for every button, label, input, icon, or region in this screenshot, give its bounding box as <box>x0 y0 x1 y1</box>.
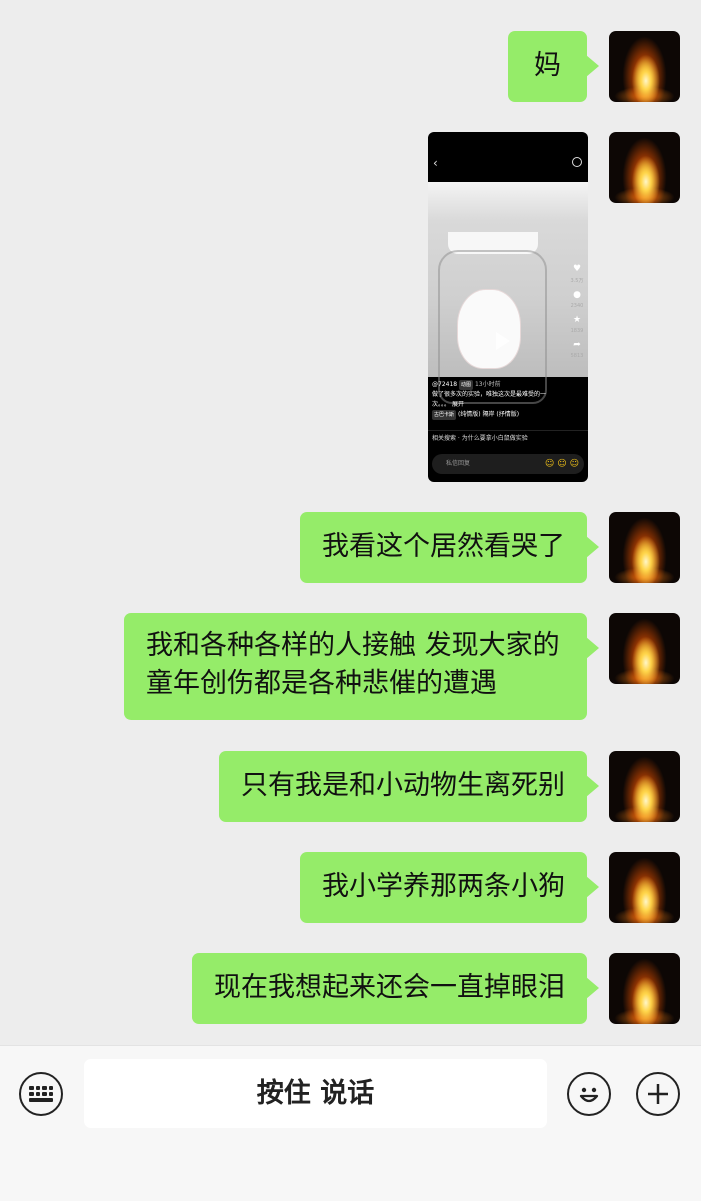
avatar[interactable] <box>609 512 680 583</box>
plus-icon <box>648 1084 668 1104</box>
share-icon: ➦ <box>573 340 581 350</box>
message-bubble[interactable]: 我看这个居然看哭了 <box>300 512 599 583</box>
video-author: @72418 <box>432 381 458 388</box>
share-count: 5813 <box>570 353 584 359</box>
avatar[interactable] <box>609 31 680 102</box>
message-bubble[interactable]: 我小学养那两条小狗 <box>300 852 599 923</box>
comment-icon: ● <box>573 290 581 300</box>
message-bubble[interactable]: 现在我想起来还会一直掉眼泪 <box>192 953 599 1024</box>
related-search: 相关搜索 · 为什么要拿小白鼠做实验 <box>428 430 588 447</box>
message-text: 妈 <box>534 50 561 81</box>
avatar[interactable] <box>609 852 680 923</box>
search-icon <box>572 157 582 167</box>
fav-count: 1839 <box>570 328 584 334</box>
emoji-icons: ☺☺☺ <box>544 459 582 469</box>
avatar[interactable] <box>609 132 680 203</box>
message-text: 只有我是和小动物生离死别 <box>241 770 565 801</box>
play-icon <box>496 332 510 350</box>
keyboard-toggle-button[interactable] <box>19 1072 63 1116</box>
message-bubble[interactable]: 妈 <box>508 31 599 102</box>
emoji-button[interactable] <box>567 1072 611 1116</box>
input-bar: 按住 说话 <box>0 1045 701 1201</box>
smiley-icon <box>579 1087 599 1103</box>
author-badge: 动图 <box>459 380 474 390</box>
more-button[interactable] <box>636 1072 680 1116</box>
message-text: 我和各种各样的人接触 发现大家的童年创伤都是各种悲催的遭遇 <box>146 630 560 699</box>
hold-to-talk-button[interactable]: 按住 说话 <box>84 1059 547 1128</box>
message-text: 现在我想起来还会一直掉眼泪 <box>214 972 565 1003</box>
comment-count: 2340 <box>570 303 584 309</box>
screenshot-topbar: ‹ <box>428 132 588 182</box>
video-meta: @72418 动图 13小时前 做了很多次的实验，唯独这次是最难受的一次。。。 … <box>432 380 562 420</box>
video-frame <box>428 182 588 404</box>
avatar[interactable] <box>609 953 680 1024</box>
white-mouse <box>458 290 520 368</box>
video-caption: 做了很多次的实验，唯独这次是最难受的一次。。。 <box>432 391 547 408</box>
back-icon: ‹ <box>433 156 438 170</box>
like-count: 3.5万 <box>570 278 584 284</box>
video-side-actions: ♥ 3.5万 ● 2340 ★ 1839 ➦ 5813 <box>570 264 584 365</box>
avatar[interactable] <box>609 751 680 822</box>
expand-link: 展开 <box>451 401 464 408</box>
avatar[interactable] <box>609 613 680 684</box>
keyboard-icon <box>29 1086 53 1102</box>
shared-screenshot[interactable]: ‹ ♥ 3.5万 ● 2340 ★ 1839 ➦ 5813 @72418 动图 … <box>428 132 588 482</box>
message-text: 我小学养那两条小狗 <box>322 871 565 902</box>
video-time: 13小时前 <box>474 381 501 388</box>
message-bubble[interactable]: 我和各种各样的人接触 发现大家的童年创伤都是各种悲催的遭遇 <box>124 613 599 720</box>
music-text: (纯情版) 隔岸 (抒情版) <box>457 411 520 418</box>
music-tag: 古巴卡斯 <box>432 410 457 420</box>
star-icon: ★ <box>572 315 582 325</box>
heart-icon: ♥ <box>572 264 582 274</box>
chat-area: 妈 ‹ ♥ 3.5万 ● 2340 ★ 1839 ➦ 5813 @72418 动 <box>0 0 701 1045</box>
message-bubble[interactable]: 只有我是和小动物生离死别 <box>219 751 599 822</box>
message-text: 我看这个居然看哭了 <box>322 531 565 562</box>
